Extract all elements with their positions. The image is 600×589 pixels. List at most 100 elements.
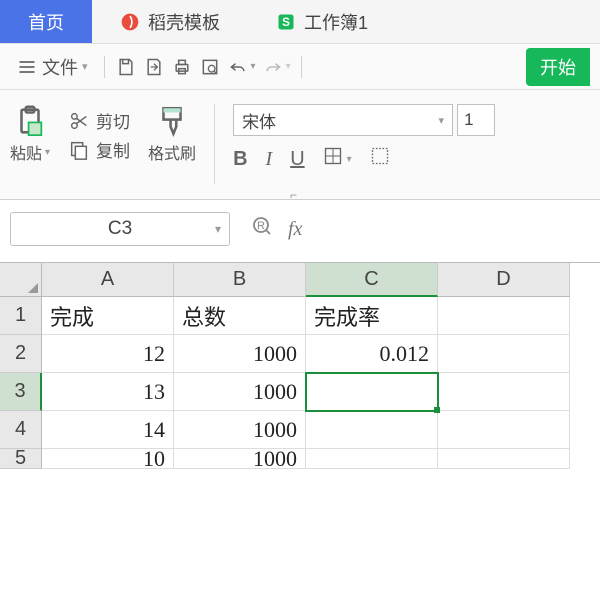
grid-row: 3 13 1000	[0, 373, 600, 411]
ribbon-separator	[214, 104, 215, 184]
redo-icon[interactable]	[262, 56, 284, 78]
row-header-3[interactable]: 3	[0, 373, 42, 411]
formula-bar-controls: R fx	[250, 214, 302, 244]
cell-d1[interactable]	[438, 297, 570, 335]
row-header-2[interactable]: 2	[0, 335, 42, 373]
cell-d4[interactable]	[438, 411, 570, 449]
bold-button[interactable]: B	[233, 148, 247, 171]
italic-button[interactable]: I	[266, 148, 273, 171]
chevron-down-icon: ▾	[439, 114, 445, 127]
col-header-d[interactable]: D	[438, 263, 570, 297]
cell-a3[interactable]: 13	[42, 373, 174, 411]
row-header-4[interactable]: 4	[0, 411, 42, 449]
format-painter-button[interactable]: 格式刷	[148, 104, 196, 164]
format-painter-label: 格式刷	[148, 140, 196, 164]
tab-template-label: 稻壳模板	[148, 9, 220, 35]
cell-a1[interactable]: 完成	[42, 297, 174, 335]
cell-d3[interactable]	[438, 373, 570, 411]
clipboard-icon	[13, 104, 47, 138]
font-size-value: 1	[464, 110, 473, 130]
cut-button[interactable]: 剪切	[68, 108, 130, 133]
scissors-icon	[68, 110, 90, 132]
cell-a4[interactable]: 14	[42, 411, 174, 449]
hamburger-icon	[16, 56, 38, 78]
cell-d2[interactable]	[438, 335, 570, 373]
trace-icon[interactable]: R	[250, 214, 274, 244]
cell-c1[interactable]: 完成率	[306, 297, 438, 335]
spreadsheet-icon: S	[276, 12, 296, 32]
fx-icon[interactable]: fx	[288, 218, 302, 241]
grid-row: 5 10 1000	[0, 449, 600, 469]
tab-workbook-label: 工作簿1	[304, 9, 368, 35]
tab-home-label: 首页	[28, 9, 64, 35]
col-header-c[interactable]: C	[306, 263, 438, 297]
tab-workbook[interactable]: S 工作簿1	[248, 0, 396, 43]
paste-button[interactable]: 粘贴▾	[10, 104, 50, 164]
formula-bar-row: C3 ▾ R fx	[0, 200, 600, 244]
cell-b1[interactable]: 总数	[174, 297, 306, 335]
row-header-5[interactable]: 5	[0, 449, 42, 469]
undo-dropdown-icon[interactable]: ▾	[251, 61, 256, 72]
borders-button[interactable]	[323, 146, 343, 172]
underline-button[interactable]: U	[290, 148, 304, 171]
print-icon[interactable]	[171, 56, 193, 78]
cell-c3[interactable]	[306, 373, 438, 411]
redo-dropdown-icon[interactable]: ▾	[286, 61, 291, 72]
menubar: 文件 ▾ ▾ ▾ 开始	[0, 44, 600, 90]
ribbon: 粘贴▾ 剪切 复制 格式刷 宋体 ▾ 1	[0, 90, 600, 200]
cell-c4[interactable]	[306, 411, 438, 449]
chevron-down-icon: ▾	[82, 60, 88, 73]
print-preview-icon[interactable]	[199, 56, 221, 78]
svg-text:R: R	[257, 220, 265, 232]
menu-file-label: 文件	[42, 54, 78, 80]
grid-row: 2 12 1000 0.012	[0, 335, 600, 373]
fill-color-button[interactable]	[370, 146, 390, 172]
cell-b3[interactable]: 1000	[174, 373, 306, 411]
menu-file[interactable]: 文件 ▾	[10, 50, 94, 84]
cell-a5[interactable]: 10	[42, 449, 174, 469]
save-as-icon[interactable]	[143, 56, 165, 78]
font-name-select[interactable]: 宋体 ▾	[233, 104, 453, 136]
menu-separator	[301, 56, 302, 78]
cell-b2[interactable]: 1000	[174, 335, 306, 373]
chevron-down-icon: ▾	[347, 154, 352, 165]
cell-a2[interactable]: 12	[42, 335, 174, 373]
name-box-value: C3	[108, 218, 132, 240]
chevron-down-icon: ▾	[215, 222, 221, 236]
cut-label: 剪切	[96, 108, 130, 133]
dialog-launcher-icon[interactable]: ⌐	[290, 188, 297, 202]
paste-label: 粘贴	[10, 140, 42, 164]
svg-text:S: S	[282, 16, 290, 29]
grid-row: 1 完成 总数 完成率	[0, 297, 600, 335]
cell-d5[interactable]	[438, 449, 570, 469]
column-header-row: A B C D	[0, 263, 600, 297]
brush-icon	[155, 104, 189, 138]
select-all-corner[interactable]	[0, 263, 42, 297]
copy-label: 复制	[96, 137, 130, 162]
font-name-value: 宋体	[242, 108, 276, 133]
cell-b4[interactable]: 1000	[174, 411, 306, 449]
tab-template[interactable]: 稻壳模板	[92, 0, 248, 43]
font-format-row: B I U ▾	[233, 146, 495, 172]
document-tabs: 首页 稻壳模板 S 工作簿1	[0, 0, 600, 44]
docer-icon	[120, 12, 140, 32]
ribbon-tab-start[interactable]: 开始	[526, 48, 590, 86]
font-size-select[interactable]: 1	[457, 104, 495, 136]
clipboard-group: 剪切 复制	[68, 104, 130, 166]
cell-c2[interactable]: 0.012	[306, 335, 438, 373]
name-box[interactable]: C3 ▾	[10, 212, 230, 246]
copy-icon	[68, 139, 90, 161]
spreadsheet-grid: A B C D 1 完成 总数 完成率 2 12 1000 0.012 3 13…	[0, 262, 600, 469]
undo-icon[interactable]	[227, 56, 249, 78]
tab-home[interactable]: 首页	[0, 0, 92, 43]
col-header-a[interactable]: A	[42, 263, 174, 297]
cell-c5[interactable]	[306, 449, 438, 469]
copy-button[interactable]: 复制	[68, 137, 130, 162]
cell-b5[interactable]: 1000	[174, 449, 306, 469]
ribbon-tab-start-label: 开始	[540, 58, 576, 78]
menu-separator	[104, 56, 105, 78]
font-group: 宋体 ▾ 1 B I U ▾	[233, 104, 495, 172]
col-header-b[interactable]: B	[174, 263, 306, 297]
row-header-1[interactable]: 1	[0, 297, 42, 335]
save-icon[interactable]	[115, 56, 137, 78]
